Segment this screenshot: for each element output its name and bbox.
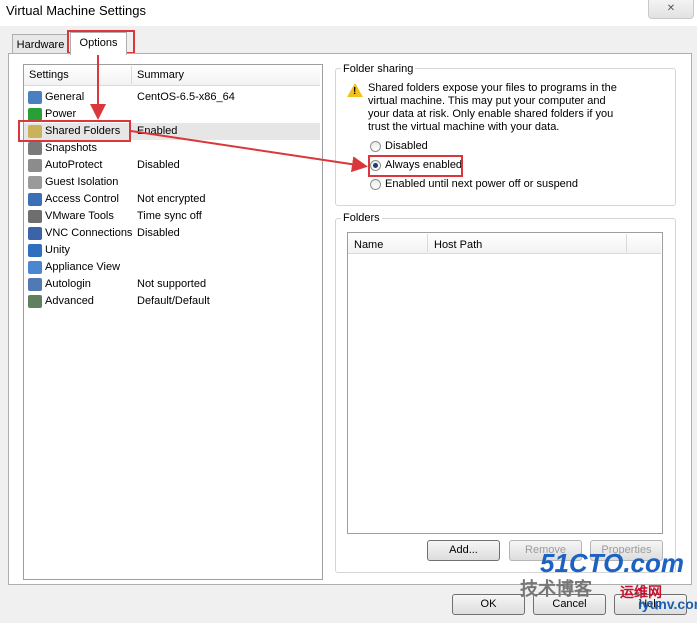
annotation-arrows xyxy=(90,54,368,173)
watermark-line: iyunv.com xyxy=(638,596,697,612)
tab-options[interactable]: Options xyxy=(70,32,127,55)
watermark-line: 技术博客 xyxy=(520,579,592,599)
arrow-shared-folders-to-always-enabled xyxy=(130,130,368,173)
